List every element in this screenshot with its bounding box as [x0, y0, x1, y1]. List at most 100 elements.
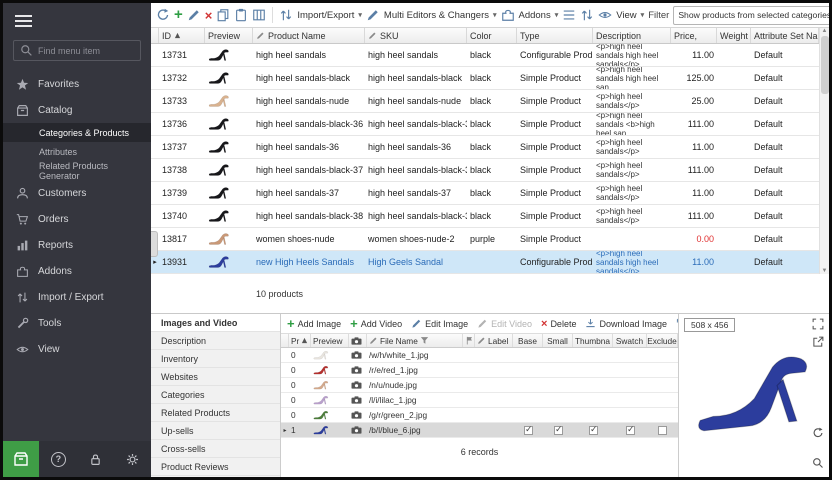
col-weight[interactable]: Weight: [717, 28, 751, 43]
add-product-icon[interactable]: +: [174, 8, 183, 22]
download-image-button[interactable]: Download Image: [585, 318, 667, 329]
tab-categories[interactable]: Categories: [151, 386, 280, 404]
product-row[interactable]: 13817 women shoes-nude women shoes-nude-…: [151, 228, 819, 251]
cell-small[interactable]: [543, 363, 573, 377]
row-expander[interactable]: [151, 205, 159, 227]
gear-icon[interactable]: [126, 453, 139, 466]
image-row[interactable]: ▸ 1 /b/l/blue_6.jpg: [281, 423, 678, 438]
small-checkbox[interactable]: [554, 426, 563, 435]
cell-base[interactable]: [513, 348, 543, 362]
cell-base[interactable]: [513, 378, 543, 392]
col-position[interactable]: Pr: [289, 334, 311, 347]
cell-small[interactable]: [543, 423, 573, 437]
sort-order-icon[interactable]: [580, 8, 594, 22]
add-image-button[interactable]: +Add Image: [287, 318, 341, 329]
col-id[interactable]: ID: [159, 28, 205, 43]
sidebar-item-customers[interactable]: Customers: [3, 180, 151, 206]
product-row[interactable]: 13737 high heel sandals-36 high heel san…: [151, 136, 819, 159]
sidebar-item-view[interactable]: View: [3, 336, 151, 362]
cell-exclude[interactable]: [647, 348, 678, 362]
sidebar-search[interactable]: [13, 40, 141, 61]
refresh-icon[interactable]: [156, 8, 170, 22]
fullscreen-icon[interactable]: [812, 318, 824, 330]
tab-inventory[interactable]: Inventory: [151, 350, 280, 368]
tab-description[interactable]: Description: [151, 332, 280, 350]
view-menu[interactable]: View▾: [598, 8, 644, 22]
cell-exclude[interactable]: [647, 423, 678, 437]
tab-images-and-video[interactable]: Images and Video: [151, 314, 280, 332]
cell-base[interactable]: [513, 363, 543, 377]
store-button[interactable]: [3, 441, 39, 477]
row-expander[interactable]: [151, 67, 159, 89]
product-row[interactable]: 13739 high heel sandals-37 high heel san…: [151, 182, 819, 205]
sidebar-item-import-export[interactable]: Import / Export: [3, 284, 151, 310]
lock-icon[interactable]: [89, 453, 102, 466]
menu-toggle-icon[interactable]: [3, 3, 151, 34]
scroll-up-icon[interactable]: ▲: [822, 28, 828, 34]
image-row[interactable]: 0 /n/u/nude.jpg: [281, 378, 678, 393]
addons-menu[interactable]: Addons▾: [501, 8, 559, 22]
tab-cross-sells[interactable]: Cross-sells: [151, 440, 280, 458]
cell-thumbnail[interactable]: [573, 378, 613, 392]
paste-icon[interactable]: [234, 8, 248, 22]
cell-thumbnail[interactable]: [573, 348, 613, 362]
exclude-checkbox[interactable]: [658, 426, 667, 435]
cell-swatch[interactable]: [613, 348, 647, 362]
sidebar-item-favorites[interactable]: Favorites: [3, 71, 151, 97]
cell-base[interactable]: [513, 423, 543, 437]
columns-icon[interactable]: [252, 8, 266, 22]
delete-product-icon[interactable]: ×: [205, 8, 213, 23]
cell-exclude[interactable]: [647, 378, 678, 392]
cell-small[interactable]: [543, 393, 573, 407]
tab-up-sells[interactable]: Up-sells: [151, 422, 280, 440]
sort-list-icon[interactable]: [562, 8, 576, 22]
col-type[interactable]: Type: [517, 28, 593, 43]
cell-swatch[interactable]: [613, 423, 647, 437]
row-expander[interactable]: [151, 44, 159, 66]
sidebar-splitter-handle[interactable]: [151, 231, 158, 257]
tab-related-products[interactable]: Related Products: [151, 404, 280, 422]
delete-image-button[interactable]: ×Delete: [541, 318, 576, 330]
row-expander[interactable]: [151, 159, 159, 181]
cell-exclude[interactable]: [647, 408, 678, 422]
col-product-name[interactable]: Product Name: [253, 28, 365, 43]
set-resize-rule-button[interactable]: Set Resize Rule: [676, 318, 678, 329]
cell-small[interactable]: [543, 408, 573, 422]
product-row[interactable]: 13731 high heel sandals high heel sandal…: [151, 44, 819, 67]
cell-exclude[interactable]: [647, 393, 678, 407]
product-row[interactable]: 13732 high heel sandals-black high heel …: [151, 67, 819, 90]
cell-small[interactable]: [543, 348, 573, 362]
base-checkbox[interactable]: [524, 426, 533, 435]
help-icon[interactable]: ?: [51, 452, 66, 467]
col-color[interactable]: Color: [467, 28, 517, 43]
thumbnail-checkbox[interactable]: [589, 426, 598, 435]
tab-websites[interactable]: Websites: [151, 368, 280, 386]
cell-swatch[interactable]: [613, 408, 647, 422]
image-row[interactable]: 0 /w/h/white_1.jpg: [281, 348, 678, 363]
sidebar-subitem-related-products-generator[interactable]: Related Products Generator: [3, 161, 151, 180]
cell-thumbnail[interactable]: [573, 363, 613, 377]
copy-icon[interactable]: [216, 8, 230, 22]
sidebar-subitem-categories-products[interactable]: Categories & Products: [3, 123, 151, 142]
product-row[interactable]: 13733 high heel sandals-nude high heel s…: [151, 90, 819, 113]
product-row[interactable]: 13740 high heel sandals-black-38 high he…: [151, 205, 819, 228]
sidebar-item-reports[interactable]: Reports: [3, 232, 151, 258]
multi-editors-menu[interactable]: Multi Editors & Changers▾: [366, 8, 497, 22]
col-sku[interactable]: SKU: [365, 28, 467, 43]
tab-product-reviews[interactable]: Product Reviews: [151, 458, 280, 476]
col-file-name[interactable]: File Name: [367, 334, 463, 347]
row-expander[interactable]: [151, 136, 159, 158]
row-expander[interactable]: [151, 90, 159, 112]
sidebar-subitem-attributes[interactable]: Attributes: [3, 142, 151, 161]
cell-small[interactable]: [543, 378, 573, 392]
cell-thumbnail[interactable]: [573, 408, 613, 422]
zoom-icon[interactable]: [812, 457, 824, 469]
add-video-button[interactable]: +Add Video: [350, 318, 402, 329]
image-row[interactable]: 0 /r/e/red_1.jpg: [281, 363, 678, 378]
cell-thumbnail[interactable]: [573, 393, 613, 407]
swatch-checkbox[interactable]: [626, 426, 635, 435]
sidebar-item-orders[interactable]: Orders: [3, 206, 151, 232]
vertical-scrollbar[interactable]: ▲ ▼: [819, 28, 829, 274]
sidebar-item-tools[interactable]: Tools: [3, 310, 151, 336]
row-expander[interactable]: [151, 113, 159, 135]
